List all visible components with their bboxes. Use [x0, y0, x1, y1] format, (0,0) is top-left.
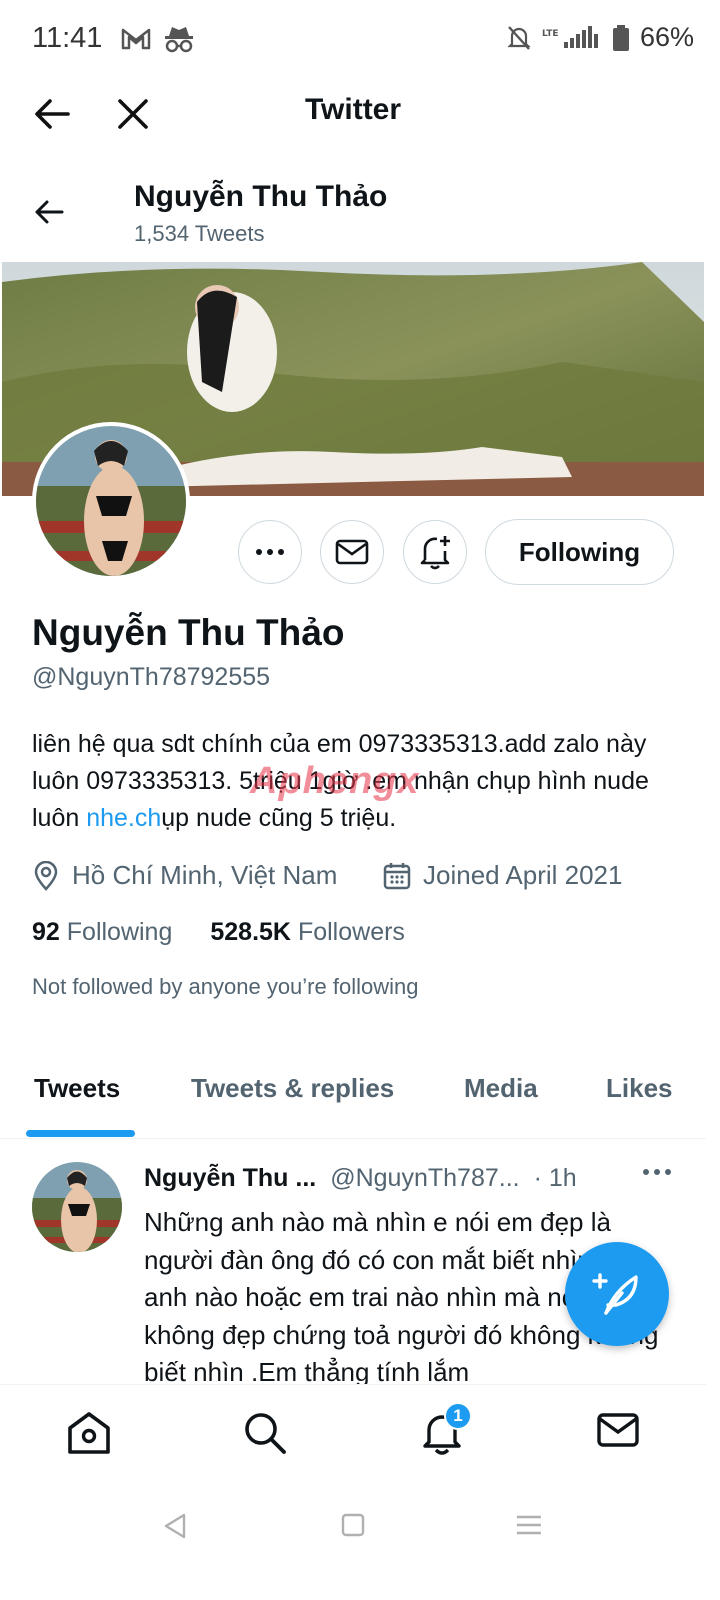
location-pin-icon: [34, 860, 58, 891]
tab-tweets-replies[interactable]: Tweets & replies: [191, 1073, 394, 1104]
profile-back-icon[interactable]: [33, 196, 65, 228]
topbar-tweet-count: 1,534 Tweets: [134, 221, 265, 246]
tweet-author-name[interactable]: Nguyễn Thu ...: [144, 1164, 316, 1193]
following-label: Following: [66, 918, 173, 946]
tweet-header: Nguyễn Thu ... @NguynTh787... · 1h: [144, 1164, 577, 1193]
not-followed-note: Not followed by anyone you’re following: [32, 974, 419, 999]
tab-tweets[interactable]: Tweets: [34, 1073, 120, 1104]
home-icon[interactable]: [66, 1410, 112, 1456]
followers-count: 528.5K: [210, 918, 291, 946]
notify-button[interactable]: [403, 520, 467, 584]
active-tab-indicator: [26, 1130, 135, 1137]
profile-handle: @NguynTh78792555: [32, 663, 271, 691]
tab-media[interactable]: Media: [464, 1073, 538, 1104]
system-nav-bar: [0, 1488, 720, 1600]
following-count: 92: [32, 918, 60, 946]
followers-stat[interactable]: 528.5K Followers: [210, 918, 405, 947]
system-recents-icon[interactable]: [516, 1514, 542, 1536]
profile-avatar[interactable]: [32, 422, 190, 580]
calendar-icon: [383, 862, 411, 889]
system-back-icon[interactable]: [162, 1512, 188, 1540]
bell-plus-icon: [420, 536, 450, 570]
status-time: 11:41: [32, 22, 103, 54]
system-home-icon[interactable]: [341, 1513, 365, 1537]
tab-likes[interactable]: Likes: [606, 1073, 673, 1104]
status-right: LTE 66%: [506, 22, 694, 53]
message-button[interactable]: [320, 520, 384, 584]
battery-percent: 66%: [639, 22, 694, 52]
incognito-icon: [165, 27, 193, 53]
battery-icon: [612, 24, 629, 51]
joined-text: Joined April 2021: [423, 860, 623, 890]
notification-badge: 1: [444, 1402, 472, 1430]
avatar-image: [36, 426, 186, 576]
tweet-avatar-image: [32, 1162, 122, 1252]
compose-tweet-button[interactable]: [565, 1242, 669, 1346]
location-text: Hồ Chí Minh, Việt Nam: [72, 860, 338, 890]
profile-joined: Joined April 2021: [383, 860, 622, 891]
feather-plus-icon: [592, 1273, 638, 1315]
mail-icon: [335, 539, 369, 565]
mute-icon: [507, 25, 531, 50]
bio-text-end: ụp nude cũng 5 triệu.: [161, 804, 397, 832]
bio-link[interactable]: nhe.ch: [86, 804, 161, 832]
tweet-more-icon[interactable]: [642, 1168, 672, 1176]
profile-stats: 92 Following 528.5K Followers: [32, 918, 405, 947]
topbar-profile-name: Nguyễn Thu Thảo: [134, 180, 388, 213]
browser-title: Twitter: [304, 93, 402, 126]
tweet-avatar[interactable]: [32, 1162, 122, 1252]
following-button[interactable]: Following: [485, 519, 674, 585]
profile-location: Hồ Chí Minh, Việt Nam: [32, 860, 337, 891]
watermark: Aphengx: [250, 760, 420, 802]
gmail-icon: [121, 28, 151, 50]
svg-text:LTE: LTE: [542, 29, 559, 39]
followers-label: Followers: [297, 918, 405, 946]
search-icon[interactable]: [242, 1410, 288, 1456]
tweet-author-handle: @NguynTh787...: [330, 1164, 520, 1192]
following-stat[interactable]: 92 Following: [32, 918, 172, 947]
more-dots-icon: [256, 549, 284, 555]
more-button[interactable]: [238, 520, 302, 584]
lte-signal-icon: LTE: [542, 25, 598, 48]
tabs-divider: [0, 1138, 706, 1139]
messages-icon[interactable]: [596, 1410, 640, 1450]
tweet-time: · 1h: [533, 1164, 577, 1192]
profile-name: Nguyễn Thu Thảo: [32, 612, 345, 653]
